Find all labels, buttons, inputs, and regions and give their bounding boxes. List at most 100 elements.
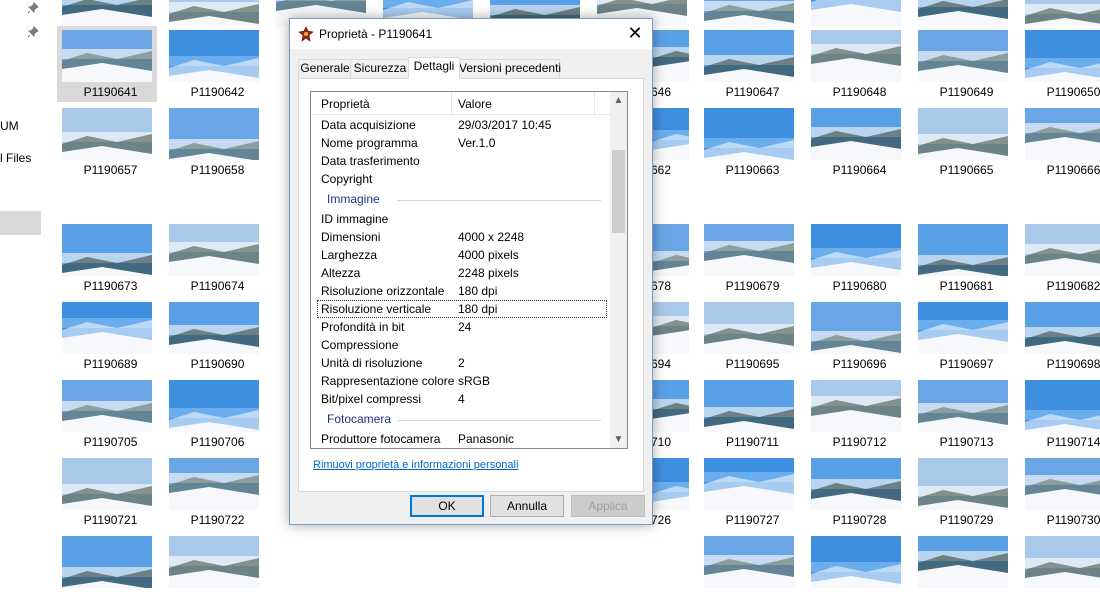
tab-versioni-precedenti[interactable]: Versioni precedenti (458, 59, 561, 78)
thumbnail-image[interactable] (918, 224, 1008, 276)
thumbnail-image[interactable] (1025, 380, 1100, 432)
thumbnail-image[interactable] (918, 458, 1008, 510)
thumbnail-image[interactable] (704, 30, 794, 82)
thumbnail-image[interactable] (62, 536, 152, 588)
thumbnail-image[interactable] (651, 224, 689, 276)
thumbnail-item[interactable]: P1190712 (806, 376, 906, 452)
thumbnail-image[interactable] (704, 0, 794, 26)
thumbnail-image[interactable] (62, 302, 152, 354)
property-row[interactable]: Profondità in bit 24 (311, 318, 611, 336)
thumbnail-image[interactable] (704, 536, 794, 588)
thumbnail-item[interactable]: P1190657 (57, 104, 157, 180)
thumbnail-image[interactable] (651, 30, 689, 82)
thumbnail-image[interactable] (704, 302, 794, 354)
thumbnail-image[interactable] (1025, 0, 1100, 26)
column-divider[interactable] (451, 92, 452, 114)
thumbnail-image[interactable] (811, 536, 901, 588)
thumbnail-image[interactable] (704, 108, 794, 160)
thumbnail-item[interactable]: P1190664 (806, 104, 906, 180)
thumbnail-image[interactable] (704, 380, 794, 432)
property-row[interactable]: Larghezza 4000 pixels (311, 246, 611, 264)
thumbnail-image[interactable] (62, 224, 152, 276)
thumbnail-item[interactable]: P1190695 (699, 298, 799, 374)
thumbnail-image[interactable] (1025, 536, 1100, 588)
thumbnail-image[interactable] (811, 224, 901, 276)
property-row[interactable]: Copyright (311, 170, 611, 188)
thumbnail-image[interactable] (811, 30, 901, 82)
property-row[interactable]: Rappresentazione colore sRGB (311, 372, 611, 390)
thumbnail-image[interactable] (169, 302, 259, 354)
thumbnail-item[interactable]: P1190689 (57, 298, 157, 374)
thumbnail-item[interactable]: P1190697 (913, 298, 1013, 374)
thumbnail-item[interactable]: P1190729 (913, 454, 1013, 530)
thumbnail-item[interactable]: P1190647 (699, 26, 799, 102)
thumbnail-image[interactable] (918, 0, 1008, 26)
thumbnail-item[interactable]: P1190663 (699, 104, 799, 180)
thumbnail-item[interactable]: P1190696 (806, 298, 906, 374)
thumbnail-item[interactable]: P1190665 (913, 104, 1013, 180)
thumbnail-image[interactable] (169, 0, 259, 26)
thumbnail-image[interactable] (62, 458, 152, 510)
ok-button[interactable]: OK (410, 495, 484, 517)
thumbnail-image[interactable] (918, 536, 1008, 588)
thumbnail-image[interactable] (169, 380, 259, 432)
property-row[interactable]: Bit/pixel compressi 4 (311, 390, 611, 408)
thumbnail-image[interactable] (169, 30, 259, 82)
thumbnail-image[interactable] (169, 108, 259, 160)
thumbnail-image[interactable] (651, 458, 689, 510)
thumbnail-item[interactable]: P1190713 (913, 376, 1013, 452)
property-row[interactable]: Risoluzione verticale 180 dpi (317, 300, 607, 318)
thumbnail-item[interactable]: P1190728 (806, 454, 906, 530)
thumbnail-image[interactable] (811, 0, 901, 26)
thumbnail-image[interactable] (1025, 302, 1100, 354)
cancel-button[interactable]: Annulla (490, 495, 564, 517)
thumbnail-image[interactable] (651, 108, 689, 160)
thumbnail-item[interactable]: P1190658 (164, 104, 264, 180)
vertical-scrollbar[interactable]: ▲ ▼ (610, 92, 627, 448)
thumbnail-image[interactable] (1025, 224, 1100, 276)
thumbnail-item[interactable]: P1190642 (164, 26, 264, 102)
close-button[interactable]: ✕ (618, 19, 652, 49)
thumbnail-item[interactable]: P1190714 (1020, 376, 1100, 452)
property-row[interactable]: Altezza 2248 pixels (311, 264, 611, 282)
thumbnail-item[interactable]: P1190682 (1020, 220, 1100, 296)
thumbnail-item[interactable] (164, 532, 264, 608)
thumbnail-item[interactable]: P1190650 (1020, 26, 1100, 102)
thumbnail-item[interactable]: P1190641 (57, 26, 157, 102)
thumbnail-item[interactable]: P1190673 (57, 220, 157, 296)
thumbnail-item[interactable]: P1190681 (913, 220, 1013, 296)
thumbnail-image[interactable] (1025, 30, 1100, 82)
thumbnail-item[interactable]: P1190666 (1020, 104, 1100, 180)
scroll-thumb[interactable] (612, 150, 625, 233)
thumbnail-image[interactable] (811, 302, 901, 354)
thumbnail-item[interactable]: P1190721 (57, 454, 157, 530)
thumbnail-item[interactable] (913, 532, 1013, 608)
properties-list[interactable]: Proprietà Valore Data acquisizione 29/03/… (310, 91, 628, 449)
thumbnail-item[interactable]: P1190722 (164, 454, 264, 530)
thumbnail-item[interactable]: P1190705 (57, 376, 157, 452)
column-header-value[interactable]: Valore (458, 97, 492, 111)
thumbnail-item[interactable]: P1190698 (1020, 298, 1100, 374)
thumbnail-image[interactable] (704, 458, 794, 510)
thumbnail-image[interactable] (918, 108, 1008, 160)
thumbnail-image[interactable] (918, 30, 1008, 82)
thumbnail-image[interactable] (811, 380, 901, 432)
property-row[interactable]: Produttore fotocamera Panasonic (311, 430, 611, 448)
thumbnail-item[interactable]: P1190648 (806, 26, 906, 102)
thumbnail-item[interactable] (57, 532, 157, 608)
thumbnail-image[interactable] (1025, 458, 1100, 510)
tab-sicurezza[interactable]: Sicurezza (350, 59, 410, 78)
thumbnail-item[interactable] (1020, 532, 1100, 608)
thumbnail-image[interactable] (811, 108, 901, 160)
thumbnail-item[interactable]: P1190680 (806, 220, 906, 296)
thumbnail-item[interactable]: P1190674 (164, 220, 264, 296)
property-row[interactable]: Risoluzione orizzontale 180 dpi (311, 282, 611, 300)
thumbnail-image[interactable] (918, 380, 1008, 432)
thumbnail-item[interactable]: P1190706 (164, 376, 264, 452)
property-row[interactable]: Data trasferimento (311, 152, 611, 170)
property-row[interactable]: Nome programma Ver.1.0 (311, 134, 611, 152)
thumbnail-item[interactable]: P1190690 (164, 298, 264, 374)
tab-dettagli[interactable]: Dettagli (408, 57, 460, 79)
thumbnail-item[interactable]: P1190649 (913, 26, 1013, 102)
property-row[interactable]: Dimensioni 4000 x 2248 (311, 228, 611, 246)
